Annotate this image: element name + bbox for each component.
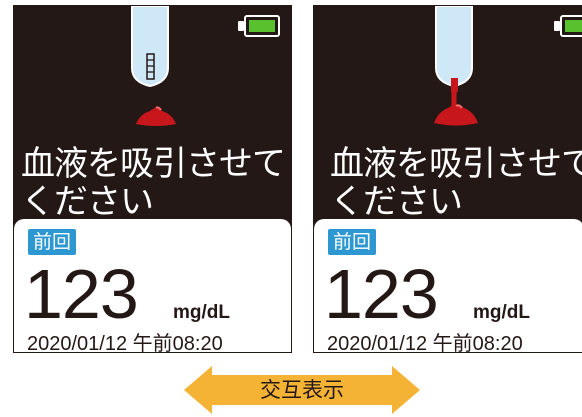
meter-screen-left: 血液を吸引させて ください 前回 123 mg/dL 2020/01/12 午前…	[13, 5, 292, 353]
meter-screen-right: 血液を吸引させて ください 前回 123 mg/dL 2020/01/12 午前…	[313, 5, 582, 353]
glucose-value: 123	[24, 255, 139, 333]
instruction-line-2: ください	[330, 182, 463, 222]
battery-full-icon	[238, 15, 282, 39]
last-result-panel: 前回 123 mg/dL 2020/01/12 午前08:20	[314, 219, 582, 352]
blood-drop-icon	[136, 106, 176, 126]
battery-full-icon	[554, 15, 582, 39]
instruction-line-2: ください	[21, 182, 154, 222]
last-result-panel: 前回 123 mg/dL 2020/01/12 午前08:20	[14, 219, 291, 352]
blood-drop-icon	[434, 104, 478, 126]
measurement-datetime: 2020/01/12 午前08:20	[27, 333, 223, 353]
instruction-message: 血液を吸引させて ください	[21, 144, 286, 222]
measurement-datetime: 2020/01/12 午前08:20	[327, 333, 523, 353]
instruction-line-1: 血液を吸引させて	[21, 144, 286, 184]
glucose-unit: mg/dL	[173, 302, 230, 323]
alternate-display-label: 交互表示	[260, 378, 344, 402]
instruction-message: 血液を吸引させて ください	[330, 145, 582, 221]
previous-badge: 前回	[28, 229, 77, 255]
previous-badge: 前回	[328, 229, 377, 255]
glucose-value: 123	[324, 255, 439, 333]
glucose-unit: mg/dL	[473, 302, 530, 323]
instruction-line-1: 血液を吸引させて	[330, 144, 582, 184]
